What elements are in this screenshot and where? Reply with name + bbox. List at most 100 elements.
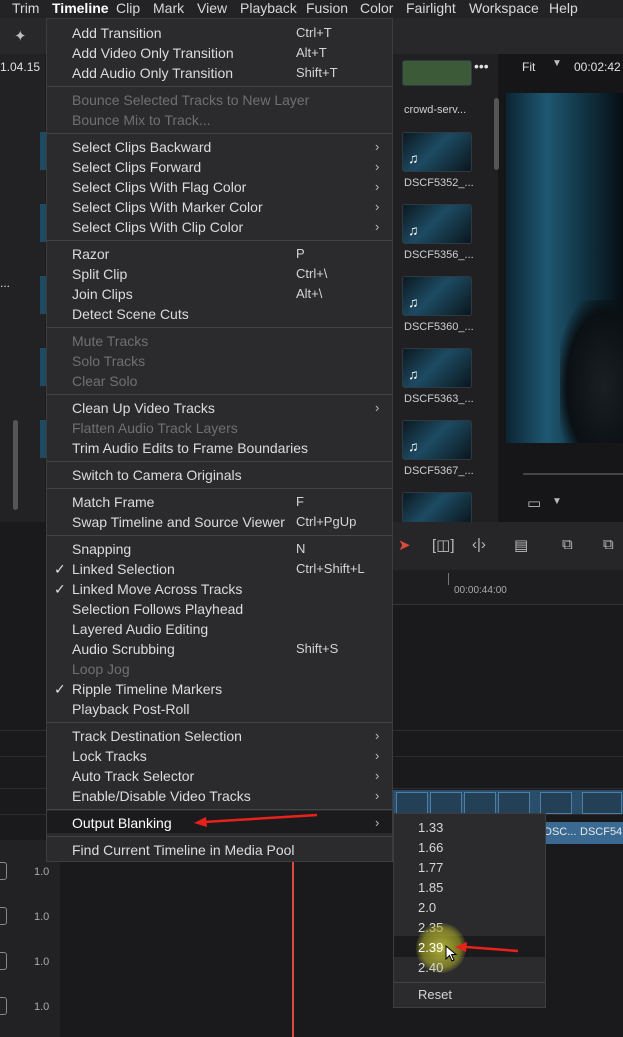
- chevron-down-icon[interactable]: ▼: [552, 496, 562, 507]
- menu-item-add-video-only-transition[interactable]: Add Video Only Transition: [72, 45, 234, 61]
- menu-item-select-clips-flag-color[interactable]: Select Clips With Flag Color: [72, 179, 246, 195]
- menu-item-enable-disable-video-tracks[interactable]: Enable/Disable Video Tracks: [72, 788, 251, 804]
- menu-item-auto-track-selector[interactable]: Auto Track Selector: [72, 768, 194, 784]
- menu-clip[interactable]: Clip: [116, 0, 140, 18]
- film-icon[interactable]: ▭: [527, 494, 541, 512]
- blanking-reset[interactable]: Reset: [418, 987, 452, 1002]
- shortcut: Alt+\: [296, 286, 323, 301]
- blanking-2-40[interactable]: 2.40: [418, 960, 443, 975]
- menu-item-ripple-timeline-markers[interactable]: Ripple Timeline Markers: [72, 681, 222, 697]
- menu-item-flatten-audio-track-layers: Flatten Audio Track Layers: [72, 420, 238, 436]
- menu-item-snapping[interactable]: Snapping: [72, 541, 131, 557]
- more-options-button[interactable]: •••: [474, 58, 489, 74]
- menu-workspace[interactable]: Workspace: [469, 0, 539, 18]
- menu-item-output-blanking[interactable]: Output Blanking: [72, 815, 172, 831]
- music-note-icon: ♫: [408, 150, 419, 166]
- menu-help[interactable]: Help: [549, 0, 578, 18]
- dynamic-trim-icon[interactable]: ‹|›: [472, 536, 486, 553]
- timeline-ruler[interactable]: [393, 570, 623, 605]
- chevron-right-icon: ›: [375, 815, 380, 830]
- menu-item-bounce-selected-tracks: Bounce Selected Tracks to New Layer: [72, 92, 310, 108]
- viewer-frame-shadow: [560, 300, 623, 443]
- menu-playback[interactable]: Playback: [240, 0, 297, 18]
- menu-trim[interactable]: Trim: [12, 0, 39, 18]
- menu-item-add-transition[interactable]: Add Transition: [72, 25, 162, 41]
- trim-tool-icon[interactable]: [◫]: [432, 536, 455, 554]
- chevron-down-icon[interactable]: ▼: [552, 58, 562, 69]
- clip-thumbnail[interactable]: [402, 60, 472, 86]
- menu-item-add-audio-only-transition[interactable]: Add Audio Only Transition: [72, 65, 233, 81]
- menu-item-select-clips-marker-color[interactable]: Select Clips With Marker Color: [72, 199, 263, 215]
- blanking-1-77[interactable]: 1.77: [418, 860, 443, 875]
- insert-clip-icon[interactable]: ⧉: [562, 536, 573, 553]
- clip-label: crowd-serv...: [404, 104, 467, 116]
- menu-item-trim-audio-edits[interactable]: Trim Audio Edits to Frame Boundaries: [72, 440, 308, 456]
- blanking-2-39[interactable]: 2.39: [418, 940, 443, 955]
- track-button[interactable]: [0, 997, 7, 1015]
- viewer-scrubber[interactable]: [523, 473, 623, 475]
- left-scrollbar[interactable]: [13, 420, 18, 510]
- track-volume: 1.0: [34, 1001, 50, 1013]
- magic-wand-icon[interactable]: ✦: [14, 27, 27, 45]
- clip-label: DSCF5352_...: [404, 177, 474, 189]
- shortcut: Shift+T: [296, 65, 338, 80]
- menu-item-linked-selection[interactable]: Linked Selection: [72, 561, 175, 577]
- menu-item-switch-to-camera-originals[interactable]: Switch to Camera Originals: [72, 467, 242, 483]
- playhead[interactable]: [292, 840, 294, 1037]
- menu-item-audio-scrubbing[interactable]: Audio Scrubbing: [72, 641, 175, 657]
- chevron-right-icon: ›: [375, 159, 380, 174]
- menu-item-razor[interactable]: Razor: [72, 246, 109, 262]
- shortcut: N: [296, 541, 306, 556]
- blanking-2-0[interactable]: 2.0: [418, 900, 436, 915]
- menu-item-linked-move-across-tracks[interactable]: Linked Move Across Tracks: [72, 581, 242, 597]
- clip-frame: [540, 792, 572, 814]
- blanking-1-85[interactable]: 1.85: [418, 880, 443, 895]
- music-note-icon: ♫: [408, 366, 419, 382]
- menu-item-select-clips-backward[interactable]: Select Clips Backward: [72, 139, 211, 155]
- menu-item-track-destination-selection[interactable]: Track Destination Selection: [72, 728, 242, 744]
- menu-fairlight[interactable]: Fairlight: [406, 0, 456, 18]
- blade-tool-icon[interactable]: ▤: [514, 536, 528, 554]
- ruler-tick: [448, 573, 449, 585]
- menu-item-split-clip[interactable]: Split Clip: [72, 266, 127, 282]
- menu-item-join-clips[interactable]: Join Clips: [72, 286, 133, 302]
- chevron-right-icon: ›: [375, 139, 380, 154]
- menu-item-playback-post-roll[interactable]: Playback Post-Roll: [72, 701, 190, 717]
- shortcut: Shift+S: [296, 641, 339, 656]
- menu-item-select-clips-forward[interactable]: Select Clips Forward: [72, 159, 201, 175]
- menu-mark[interactable]: Mark: [153, 0, 184, 18]
- blanking-1-33[interactable]: 1.33: [418, 820, 443, 835]
- menu-item-layered-audio-editing[interactable]: Layered Audio Editing: [72, 621, 208, 637]
- menu-fusion[interactable]: Fusion: [306, 0, 348, 18]
- chevron-right-icon: ›: [375, 400, 380, 415]
- overwrite-clip-icon[interactable]: ⧉: [603, 536, 614, 553]
- submenu-separator: [394, 982, 545, 983]
- menu-timeline[interactable]: Timeline: [52, 0, 109, 18]
- track-volume: 1.0: [34, 866, 50, 878]
- menu-item-clean-up-video-tracks[interactable]: Clean Up Video Tracks: [72, 400, 215, 416]
- track-button[interactable]: [0, 862, 7, 880]
- menu-item-detect-scene-cuts[interactable]: Detect Scene Cuts: [72, 306, 189, 322]
- menu-item-selection-follows-playhead[interactable]: Selection Follows Playhead: [72, 601, 243, 617]
- menu-item-match-frame[interactable]: Match Frame: [72, 494, 154, 510]
- menu-view[interactable]: View: [197, 0, 227, 18]
- blanking-1-66[interactable]: 1.66: [418, 840, 443, 855]
- menu-item-swap-timeline-source[interactable]: Swap Timeline and Source Viewer: [72, 514, 285, 530]
- track-button[interactable]: [0, 952, 7, 970]
- menu-color[interactable]: Color: [360, 0, 393, 18]
- menu-item-select-clips-clip-color[interactable]: Select Clips With Clip Color: [72, 219, 243, 235]
- menu-item-lock-tracks[interactable]: Lock Tracks: [72, 748, 147, 764]
- selection-tool-icon[interactable]: ➤: [398, 536, 411, 554]
- shortcut: Ctrl+T: [296, 25, 332, 40]
- chevron-right-icon: ›: [375, 748, 380, 763]
- checkmark-icon: ✓: [54, 561, 66, 577]
- media-pool-scrollbar[interactable]: [494, 98, 499, 170]
- shortcut: F: [296, 494, 304, 509]
- menu-item-find-current-timeline[interactable]: Find Current Timeline in Media Pool: [72, 842, 295, 858]
- shortcut: P: [296, 246, 305, 261]
- menu-item-loop-jog: Loop Jog: [72, 661, 130, 677]
- clip-thumbnail[interactable]: [402, 492, 472, 524]
- shortcut: Alt+T: [296, 45, 327, 60]
- zoom-select[interactable]: Fit: [522, 60, 535, 74]
- track-button[interactable]: [0, 907, 7, 925]
